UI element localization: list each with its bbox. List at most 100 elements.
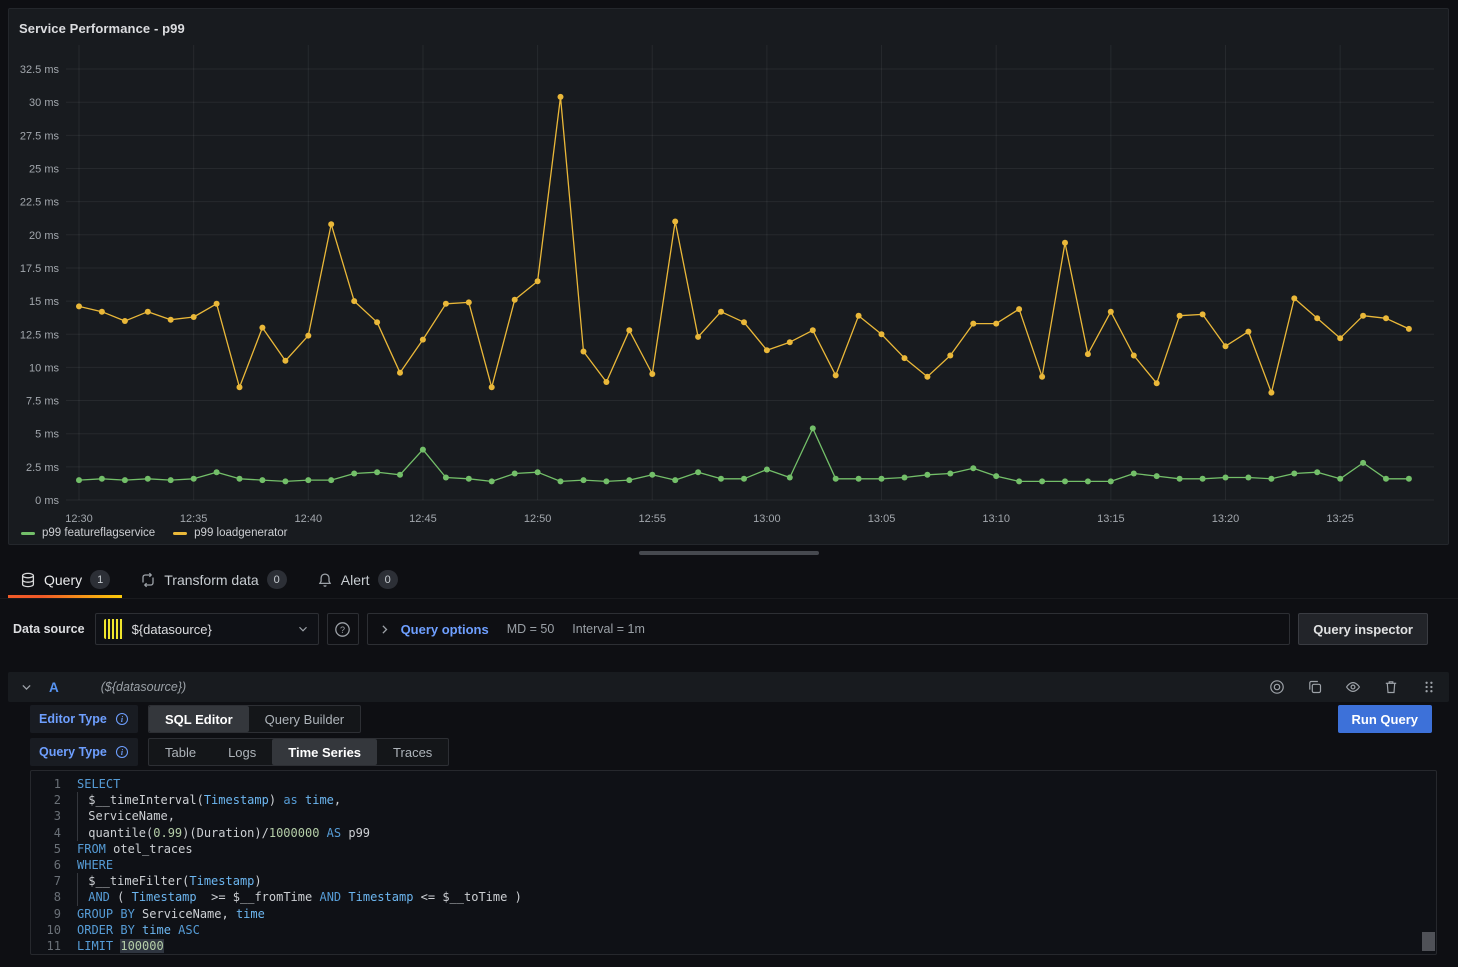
svg-text:13:25: 13:25 xyxy=(1326,513,1354,525)
drag-handle-icon[interactable] xyxy=(1421,679,1437,695)
line-content: AND ( Timestamp >= $__fromTime AND Times… xyxy=(77,889,522,905)
query-ref-id: A xyxy=(49,680,59,695)
code-line[interactable]: 1SELECT xyxy=(31,776,1436,792)
svg-text:12:55: 12:55 xyxy=(638,513,666,525)
svg-text:?: ? xyxy=(340,624,345,634)
collapse-chevron-icon[interactable] xyxy=(20,681,33,694)
legend-item[interactable]: p99 featureflagservice xyxy=(21,527,155,539)
tab-label: Transform data xyxy=(164,572,258,588)
legend-series-color xyxy=(173,532,187,535)
svg-text:7.5 ms: 7.5 ms xyxy=(26,396,60,408)
datasource-value: ${datasource} xyxy=(132,622,288,637)
editor-type-radio-group: SQL Editor Query Builder xyxy=(148,705,361,733)
tab-transform-data[interactable]: Transform data 0 xyxy=(128,561,299,598)
code-line[interactable]: 6WHERE xyxy=(31,857,1436,873)
code-line[interactable]: 2 $__timeInterval(Timestamp) as time, xyxy=(31,792,1436,808)
svg-text:13:15: 13:15 xyxy=(1097,513,1125,525)
panel-title[interactable]: Service Performance - p99 xyxy=(19,21,185,36)
svg-text:30 ms: 30 ms xyxy=(29,97,59,109)
code-line[interactable]: 9GROUP BY ServiceName, time xyxy=(31,906,1436,922)
interval-stat: Interval = 1m xyxy=(572,622,645,636)
svg-text:20 ms: 20 ms xyxy=(29,230,59,242)
code-line[interactable]: 4 quantile(0.99)(Duration)/1000000 AS p9… xyxy=(31,825,1436,841)
chart-legend: p99 featureflagservice p99 loadgenerator xyxy=(21,527,288,539)
tab-label: Query xyxy=(44,572,82,588)
line-content: quantile(0.99)(Duration)/1000000 AS p99 xyxy=(77,825,370,841)
line-content: $__timeFilter(Timestamp) xyxy=(77,873,262,889)
datasource-help-button[interactable]: ? xyxy=(327,613,359,645)
legend-series-name: p99 featureflagservice xyxy=(42,527,155,539)
bell-icon xyxy=(317,572,333,588)
query-options-toggle[interactable]: Query options MD = 50 Interval = 1m xyxy=(367,613,1291,645)
grafana-panel-editor: 0 ms2.5 ms5 ms7.5 ms10 ms12.5 ms15 ms17.… xyxy=(0,0,1458,967)
code-line[interactable]: 7 $__timeFilter(Timestamp) xyxy=(31,873,1436,889)
code-line[interactable]: 3 ServiceName, xyxy=(31,808,1436,824)
panel-resize-handle[interactable] xyxy=(639,551,819,555)
code-line[interactable]: 10ORDER BY time ASC xyxy=(31,922,1436,938)
query-type-logs[interactable]: Logs xyxy=(212,739,272,765)
database-icon xyxy=(20,572,36,588)
svg-text:12:30: 12:30 xyxy=(65,513,93,525)
svg-text:12:50: 12:50 xyxy=(524,513,552,525)
editor-type-sql-editor[interactable]: SQL Editor xyxy=(149,706,249,732)
code-line[interactable]: 5FROM otel_traces xyxy=(31,841,1436,857)
code-line[interactable]: 8 AND ( Timestamp >= $__fromTime AND Tim… xyxy=(31,889,1436,905)
query-type-field-label: Query Type i xyxy=(30,738,138,766)
chart-panel: 0 ms2.5 ms5 ms7.5 ms10 ms12.5 ms15 ms17.… xyxy=(8,8,1449,545)
line-number: 9 xyxy=(31,906,77,922)
line-number: 10 xyxy=(31,922,77,938)
alert-count-badge: 0 xyxy=(378,570,398,589)
line-content: ServiceName, xyxy=(77,808,175,824)
info-circle-icon[interactable]: i xyxy=(115,745,129,759)
run-query-button[interactable]: Run Query xyxy=(1338,705,1432,733)
datasource-select[interactable]: ${datasource} xyxy=(95,613,319,645)
legend-series-name: p99 loadgenerator xyxy=(194,527,287,539)
code-line[interactable]: 11LIMIT 100000 xyxy=(31,938,1436,954)
editor-scrollbar-thumb[interactable] xyxy=(1422,932,1435,951)
query-row-header[interactable]: A (${datasource}) xyxy=(8,672,1449,702)
time-series-chart[interactable]: 0 ms2.5 ms5 ms7.5 ms10 ms12.5 ms15 ms17.… xyxy=(9,9,1450,546)
chevron-down-icon xyxy=(296,622,310,636)
svg-text:12:40: 12:40 xyxy=(295,513,323,525)
line-number: 8 xyxy=(31,889,77,905)
editor-tabbar: Query 1 Transform data 0 A xyxy=(0,561,1458,599)
svg-text:27.5 ms: 27.5 ms xyxy=(20,130,60,142)
editor-type-label-text: Editor Type xyxy=(39,712,107,726)
line-content: SELECT xyxy=(77,776,120,792)
query-count-badge: 1 xyxy=(90,570,110,589)
svg-text:5 ms: 5 ms xyxy=(35,429,59,441)
svg-text:2.5 ms: 2.5 ms xyxy=(26,462,60,474)
query-row-actions xyxy=(1269,679,1437,695)
query-type-time-series[interactable]: Time Series xyxy=(272,739,377,765)
query-inspector-button[interactable]: Query inspector xyxy=(1298,613,1428,645)
svg-text:32.5 ms: 32.5 ms xyxy=(20,64,60,76)
tab-query[interactable]: Query 1 xyxy=(8,561,122,598)
query-toolbar: Data source ${datasource} ? Query option… xyxy=(8,613,1428,645)
svg-text:12.5 ms: 12.5 ms xyxy=(20,329,60,341)
query-type-traces[interactable]: Traces xyxy=(377,739,448,765)
line-number: 1 xyxy=(31,776,77,792)
transform-icon xyxy=(140,572,156,588)
line-number: 11 xyxy=(31,938,77,954)
sql-code-editor[interactable]: 1SELECT2 $__timeInterval(Timestamp) as t… xyxy=(30,770,1437,955)
query-type-label-text: Query Type xyxy=(39,745,107,759)
legend-series-color xyxy=(21,532,35,535)
info-circle-icon[interactable]: i xyxy=(115,712,129,726)
hide-response-eye-icon[interactable] xyxy=(1345,679,1361,695)
chevron-right-icon xyxy=(378,623,391,636)
editor-type-query-builder[interactable]: Query Builder xyxy=(249,706,360,732)
remove-query-trash-icon[interactable] xyxy=(1383,679,1399,695)
editor-type-field-label: Editor Type i xyxy=(30,705,138,733)
line-number: 4 xyxy=(31,825,77,841)
tab-alert[interactable]: Alert 0 xyxy=(305,561,410,598)
query-type-table[interactable]: Table xyxy=(149,739,212,765)
legend-item[interactable]: p99 loadgenerator xyxy=(173,527,287,539)
line-content: $__timeInterval(Timestamp) as time, xyxy=(77,792,341,808)
line-number: 7 xyxy=(31,873,77,889)
disable-query-icon[interactable] xyxy=(1269,679,1285,695)
svg-text:12:35: 12:35 xyxy=(180,513,208,525)
line-number: 2 xyxy=(31,792,77,808)
svg-text:i: i xyxy=(121,748,124,757)
duplicate-query-icon[interactable] xyxy=(1307,679,1323,695)
line-number: 6 xyxy=(31,857,77,873)
